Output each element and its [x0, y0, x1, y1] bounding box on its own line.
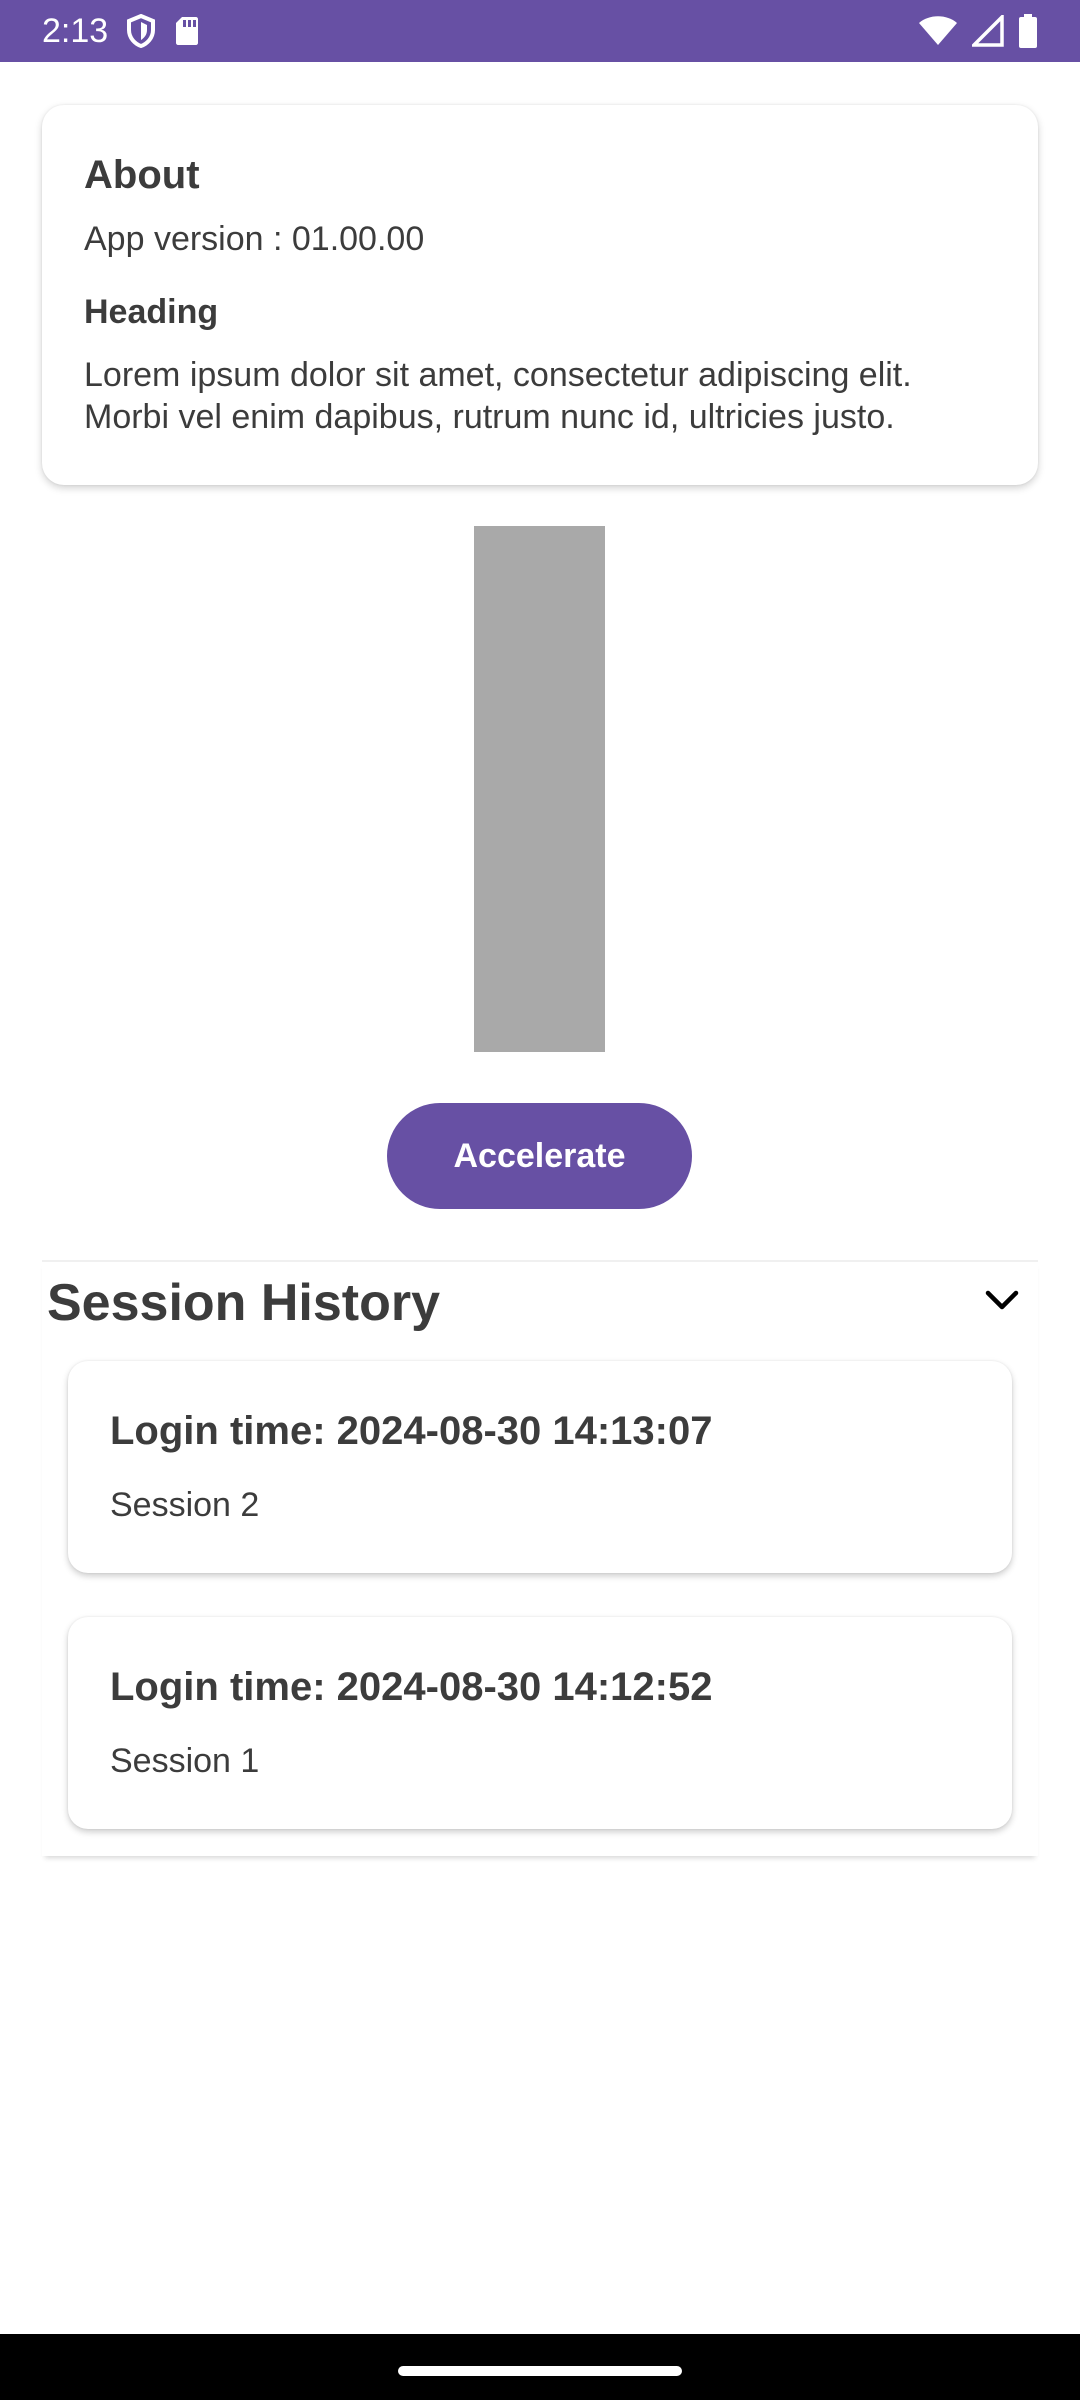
wifi-icon — [918, 15, 958, 47]
session-card[interactable]: Login time: 2024-08-30 14:12:52 Session … — [68, 1617, 1012, 1829]
about-title: About — [84, 153, 200, 197]
shield-icon — [126, 14, 156, 48]
status-time: 2:13 — [42, 11, 109, 50]
home-gesture-handle[interactable] — [398, 2366, 682, 2376]
session-name: Session 1 — [110, 1742, 260, 1780]
session-login-time: Login time: 2024-08-30 14:13:07 — [110, 1409, 713, 1453]
speed-gauge-bar — [474, 526, 605, 1052]
accelerate-button[interactable]: Accelerate — [387, 1103, 692, 1209]
battery-icon — [1018, 14, 1038, 48]
about-card: About App version : 01.00.00 Heading Lor… — [42, 105, 1038, 485]
app-version-text: App version : 01.00.00 — [84, 220, 425, 258]
status-bar: 2:13 — [0, 0, 1080, 62]
session-history-header[interactable]: Session History — [42, 1262, 1038, 1344]
session-login-time: Login time: 2024-08-30 14:12:52 — [110, 1665, 713, 1709]
chevron-down-icon[interactable] — [984, 1288, 1020, 1317]
sd-card-icon — [174, 15, 200, 47]
speed-gauge-fill — [474, 526, 605, 1052]
session-card[interactable]: Login time: 2024-08-30 14:13:07 Session … — [68, 1361, 1012, 1573]
signal-icon — [972, 15, 1004, 47]
session-name: Session 2 — [110, 1486, 260, 1524]
session-history-title: Session History — [47, 1274, 441, 1332]
session-history-section: Session History Login time: 2024-08-30 1… — [42, 1260, 1038, 1856]
about-body-text: Lorem ipsum dolor sit amet, consectetur … — [84, 356, 912, 436]
about-heading: Heading — [84, 293, 219, 331]
